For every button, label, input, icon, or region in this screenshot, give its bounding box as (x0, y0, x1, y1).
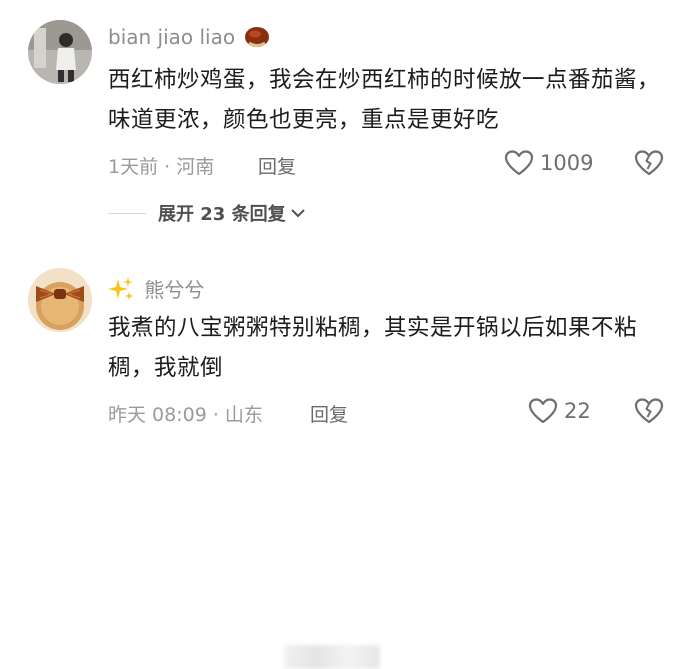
username[interactable]: bian jiao liao (108, 24, 271, 53)
like-button[interactable]: 22 (528, 397, 591, 425)
blurred-overlay (284, 645, 380, 669)
like-count: 1009 (540, 151, 594, 175)
like-button[interactable]: 1009 (504, 149, 593, 177)
username-text: bian jiao liao (108, 25, 236, 49)
username[interactable]: 熊兮兮 (108, 274, 204, 306)
expand-replies[interactable]: 展开 23 条回复 (108, 200, 306, 226)
divider-line (108, 212, 146, 214)
time-location: 昨天 08:09 · 山东 (108, 404, 263, 426)
username-text: 熊兮兮 (144, 278, 205, 302)
time-location: 1天前 · 河南 (108, 156, 215, 178)
heart-icon (528, 398, 558, 424)
person-photo-avatar-icon (28, 20, 92, 84)
reply-button[interactable]: 回复 (258, 152, 296, 179)
bow-cookie-avatar-icon (28, 268, 92, 332)
comment-2: 熊兮兮 我煮的八宝粥粥特别粘稠，其实是开锅以后如果不粘稠，我就倒 昨天 08:0… (0, 240, 690, 669)
broken-heart-icon (634, 150, 664, 176)
sparkles-emoji-icon (108, 277, 134, 306)
chestnut-emoji-icon (243, 24, 271, 53)
dislike-button[interactable] (634, 149, 664, 181)
dislike-button[interactable] (634, 397, 664, 429)
comment-1: bian jiao liao 西红柿炒鸡蛋，我会在炒西红柿的时候放一点番茄酱，味… (0, 0, 690, 240)
comment-text: 西红柿炒鸡蛋，我会在炒西红柿的时候放一点番茄酱，味道更浓，颜色也更亮，重点是更好… (108, 67, 661, 133)
reply-button[interactable]: 回复 (310, 400, 348, 427)
chevron-down-icon (290, 209, 305, 218)
heart-icon (504, 150, 534, 176)
like-count: 22 (564, 399, 591, 423)
avatar[interactable] (28, 268, 92, 332)
expand-replies-label: 展开 23 条回复 (158, 204, 286, 225)
avatar[interactable] (28, 20, 92, 84)
comment-text: 我煮的八宝粥粥特别粘稠，其实是开锅以后如果不粘稠，我就倒 (108, 315, 638, 381)
broken-heart-icon (634, 398, 664, 424)
